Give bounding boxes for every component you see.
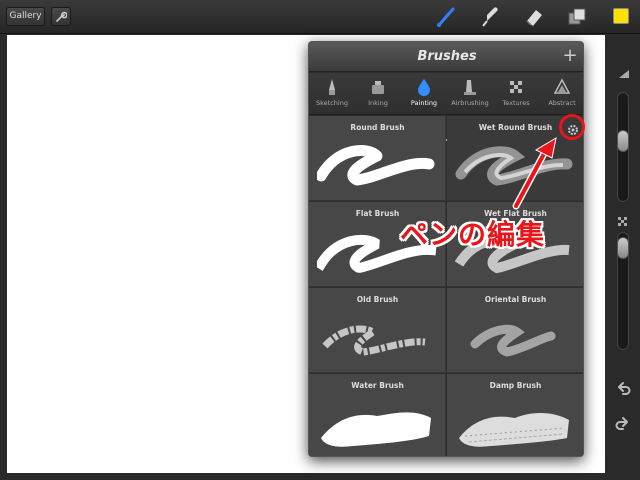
brush-label: Water Brush: [351, 381, 404, 390]
popover-header: Brushes +: [309, 42, 583, 72]
category-label: Sketching: [316, 99, 348, 107]
brush-stroke-preview: [459, 413, 569, 447]
category-textures[interactable]: Textures: [493, 73, 539, 115]
brush-stroke-preview: [470, 324, 556, 357]
pencil-icon: [329, 79, 335, 95]
actions-button[interactable]: [51, 7, 71, 26]
category-label: Textures: [502, 99, 530, 107]
brush-stroke-preview: [455, 146, 573, 186]
brush-stroke-preview: [322, 325, 426, 356]
size-indicator-icon: [619, 70, 629, 78]
category-label: Airbrushing: [451, 99, 489, 107]
eraser-tool-icon[interactable]: [522, 5, 546, 29]
category-painting[interactable]: Painting: [401, 73, 447, 115]
category-airbrushing[interactable]: Airbrushing: [447, 73, 493, 115]
brush-size-knob[interactable]: [617, 130, 629, 152]
annotation-circle: [559, 114, 585, 140]
brush-label: Old Brush: [356, 295, 399, 304]
gallery-button[interactable]: Gallery: [6, 7, 45, 26]
layers-tool-icon[interactable]: [565, 5, 589, 29]
category-abstract[interactable]: Abstract: [539, 73, 583, 115]
brush-old[interactable]: Old Brush: [309, 288, 446, 373]
annotation-label: ペンの編集: [400, 218, 546, 251]
opacity-icon: [618, 217, 627, 226]
brush-label: Damp Brush: [489, 381, 542, 390]
airbrush-icon: [464, 80, 476, 95]
smudge-tool-icon[interactable]: [479, 5, 503, 29]
ink-pot-icon: [372, 81, 384, 94]
category-label: Abstract: [548, 99, 576, 107]
add-brush-button[interactable]: +: [561, 46, 579, 66]
category-sketching[interactable]: Sketching: [309, 73, 355, 115]
brush-label: Oriental Brush: [484, 295, 547, 304]
texture-icon: [510, 81, 522, 93]
brush-stroke-preview: [321, 412, 431, 447]
paint-drop-icon: [418, 79, 430, 96]
top-toolbar: Gallery: [0, 0, 640, 34]
brush-grid: Round Brush Wet Round Brush Flat Brush W…: [309, 116, 583, 456]
brush-category-bar: Sketching Inking Painting Airbrushing Te…: [309, 73, 583, 141]
popover-title: Brushes: [417, 49, 477, 64]
category-label: Painting: [410, 99, 438, 107]
brush-label: Round Brush: [350, 123, 405, 132]
category-label: Inking: [368, 99, 388, 107]
opacity-knob[interactable]: [617, 237, 629, 259]
brush-stroke-preview: [317, 145, 435, 186]
redo-icon[interactable]: [614, 415, 632, 433]
undo-icon[interactable]: [614, 380, 632, 398]
brush-round[interactable]: Round Brush: [309, 116, 446, 201]
category-inking[interactable]: Inking: [355, 73, 401, 115]
abstract-icon: [554, 78, 570, 94]
color-picker-button[interactable]: [613, 8, 629, 24]
brush-oriental[interactable]: Oriental Brush: [447, 288, 583, 373]
brush-damp[interactable]: Damp Brush: [447, 374, 583, 456]
brush-tool-icon[interactable]: [434, 5, 458, 29]
brush-water[interactable]: Water Brush: [309, 374, 446, 456]
wrench-icon: [56, 11, 67, 22]
